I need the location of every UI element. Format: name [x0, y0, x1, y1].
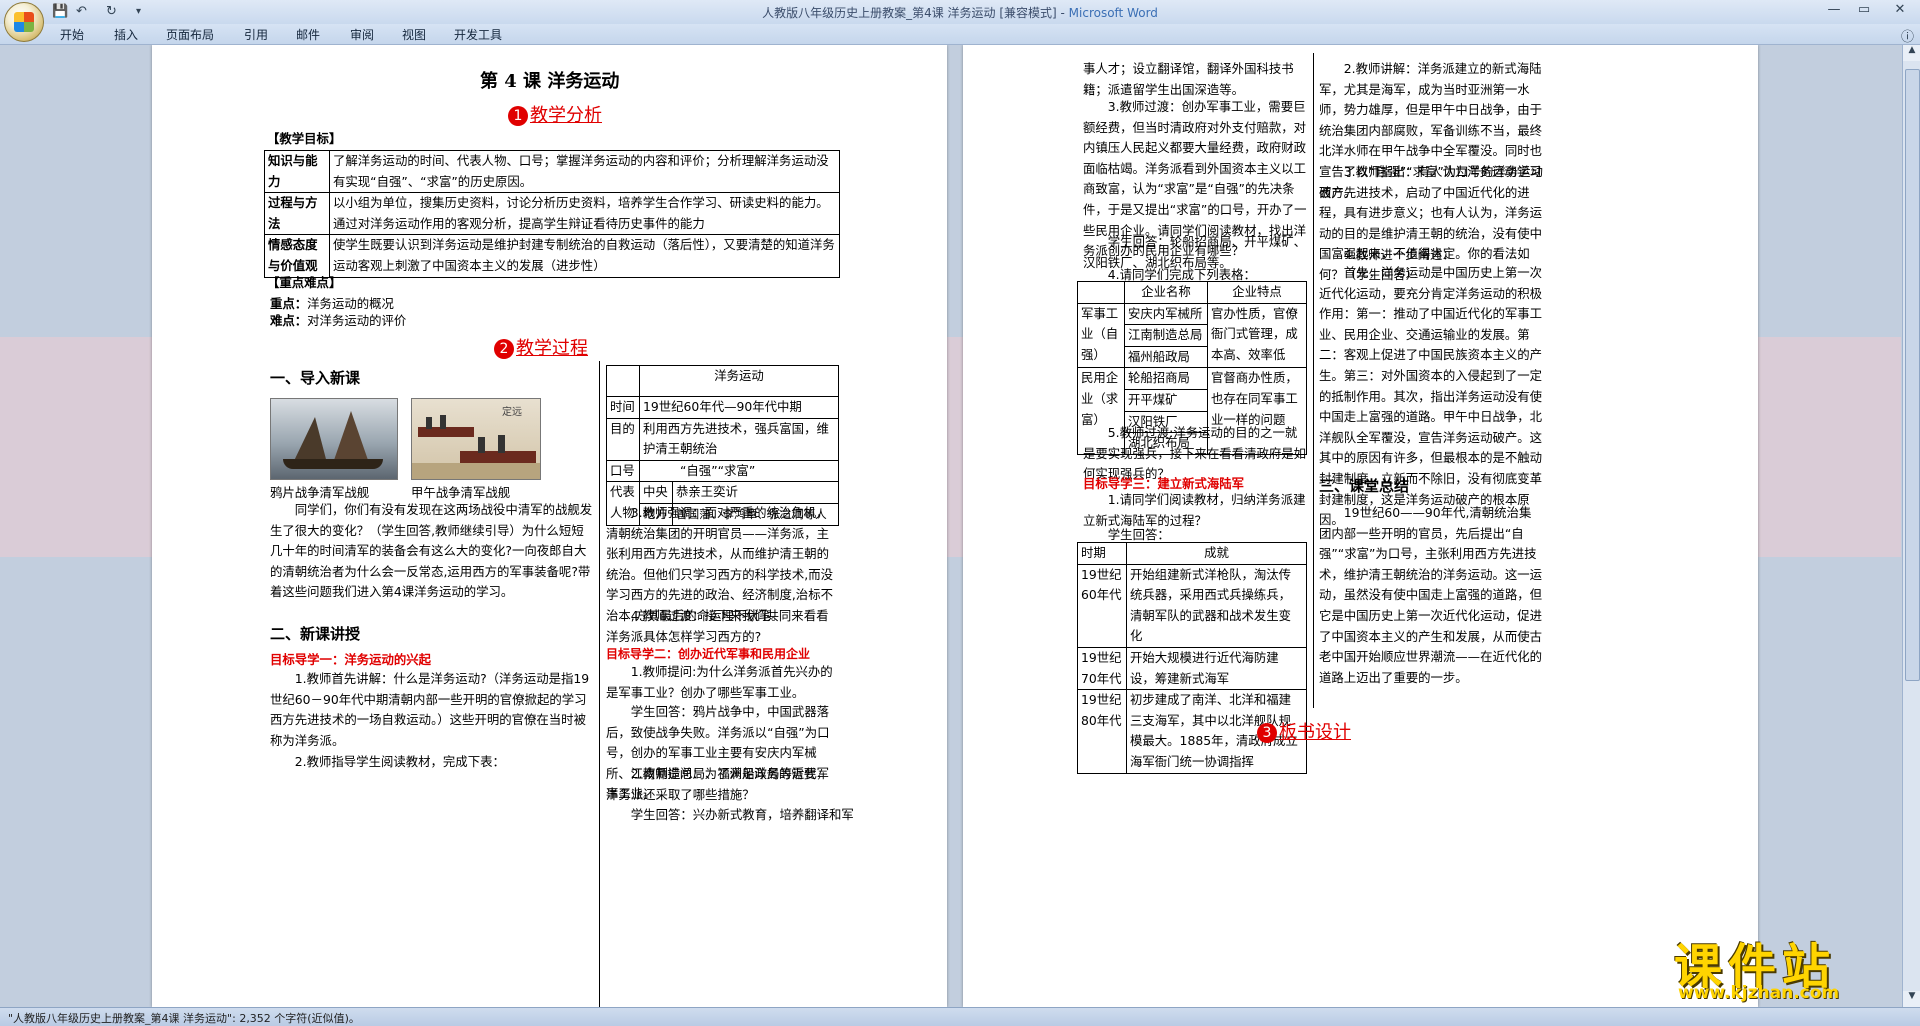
continued-paragraph: 事人才；设立翻译馆，翻译外国科技书籍；派遣留学生出国深造等。	[1083, 61, 1294, 97]
status-bar: "人教版八年级历史上册教案_第4课 洋务运动": 2,352 个字符(近似值)。	[0, 1007, 1920, 1026]
sub-key: 中央	[639, 481, 673, 504]
tab-view[interactable]: 视图	[402, 26, 426, 43]
row-value: “自强”“求富”	[639, 459, 839, 483]
empty-cell	[1077, 281, 1125, 304]
row-key: 目的	[606, 417, 640, 461]
objective-value: 了解洋务运动的时间、代表人物、口号；掌握洋务运动的内容和评价；分析理解洋务运动没…	[329, 149, 840, 194]
enterprise-feature: 官办性质，官僚衙门式管理，成本高、效率低	[1207, 302, 1307, 369]
enterprise-name: 安庆内军械所	[1124, 302, 1208, 326]
image-stamp: 定远	[502, 407, 522, 418]
enterprise-name: 福州船政局	[1124, 345, 1208, 369]
period: 19世纪60年代	[1077, 563, 1127, 648]
image-caption-2: 甲午战争清军战舰	[411, 485, 511, 500]
objective-value: 以小组为单位，搜集历史资料，讨论分析历史资料，培养学生合作学习、研读史料的能力。…	[329, 192, 840, 236]
objectives-heading: 【教学目标】	[267, 131, 342, 146]
opium-war-warship-image	[270, 398, 398, 480]
watermark-url: www.kjzhan.com	[1678, 983, 1840, 1003]
row-value: 19世纪60年代—90年代中期	[639, 396, 839, 419]
section-teaching-analysis: 1 教学分析	[508, 101, 602, 127]
tab-home[interactable]: 开始	[60, 26, 84, 43]
image-caption-1: 鸦片战争清军战舰	[270, 485, 370, 500]
column-separator	[1313, 53, 1314, 708]
window-title: 人教版八年级历史上册教案_第4课 洋务运动 [兼容模式] - Microsoft…	[762, 6, 1158, 20]
enterprise-name: 江南制造总局	[1124, 324, 1208, 347]
intro-paragraph: 同学们，你们有没有发现在这两场战役中清军的战舰发生了很大的变化？（学生回答,教师…	[270, 502, 593, 600]
col-header: 成就	[1126, 542, 1307, 565]
row-key: 口号	[606, 459, 640, 483]
enterprise-name: 轮船招商局	[1124, 367, 1208, 390]
section-board-design: 3 板书设计	[1257, 718, 1351, 744]
sino-japanese-war-warship-image: 定远	[411, 398, 541, 480]
column-separator	[599, 361, 600, 1007]
goal-2-question-1: 1.教师提问:为什么洋务派首先兴办的是军事工业？创办了哪些军事工业。	[606, 664, 833, 700]
transition-paragraph: 4.教师过渡：接下来我们共同来看看洋务派具体怎样学习西方的?	[606, 608, 829, 644]
enterprise-name: 开平煤矿	[1124, 388, 1208, 412]
title-bar: 💾 ↶ ↻ ▾ 人教版八年级历史上册教案_第4课 洋务运动 [兼容模式] - M…	[0, 0, 1920, 42]
scroll-up-icon[interactable]: ▲	[1903, 45, 1920, 61]
period: 19世纪70年代	[1077, 646, 1127, 691]
tab-page-layout[interactable]: 页面布局	[166, 26, 214, 43]
yangwu-summary-table: 洋务运动 时间 19世纪60年代—90年代中期 目的 利用西方先进技术，强兵富国，维…	[606, 365, 839, 526]
tab-insert[interactable]: 插入	[114, 26, 138, 43]
goal-2-answer-2: 学生回答：兴办新式教育，培养翻译和军	[630, 807, 854, 822]
period: 19世纪80年代	[1077, 689, 1127, 774]
status-text: "人教版八年级历史上册教案_第4课 洋务运动": 2,352 个字符(近似值)。	[8, 1012, 360, 1025]
minimize-icon[interactable]: —	[1822, 2, 1846, 20]
objective-key: 情感态度与价值观	[264, 234, 330, 278]
keypoints-heading: 【重点难点】	[267, 275, 342, 290]
row-value: 利用西方先进技术，强兵富国，维护清王朝统治	[639, 417, 839, 461]
objective-key: 过程与方法	[264, 192, 330, 236]
page-right[interactable]: 事人才；设立翻译馆，翻译外国科技书籍；派遣留学生出国深造等。 3.教师过渡：创办…	[963, 45, 1758, 1007]
ribbon-tabs: 开始 插入 页面布局 引用 邮件 审阅 视图 开发工具 ⓘ	[0, 24, 1920, 45]
achievement: 开始大规模进行近代海防建设，筹建新式海军	[1126, 646, 1307, 691]
close-icon[interactable]: ✕	[1888, 2, 1912, 20]
sub-value: 恭亲王奕䜣	[672, 481, 839, 504]
heading-summary: 三、课堂总结	[1319, 477, 1410, 495]
col-header: 企业特点	[1207, 281, 1307, 304]
row-key: 时间	[606, 396, 640, 419]
document-title: 第 4 课 洋务运动	[480, 71, 620, 92]
tab-references[interactable]: 引用	[244, 26, 268, 43]
tab-mailings[interactable]: 邮件	[296, 26, 320, 43]
kjzhan-watermark: 课件站 www.kjzhan.com	[1668, 925, 1916, 1005]
objectives-table: 知识与能力 了解洋务运动的时间、代表人物、口号；掌握洋务运动的内容和评价；分析理解…	[264, 149, 840, 278]
vertical-scrollbar[interactable]: ▲ ▼	[1902, 45, 1920, 1007]
heading-new-lesson: 二、新课讲授	[270, 625, 361, 643]
section-teaching-process: 2 教学过程	[494, 334, 588, 360]
table-header: 洋务运动	[639, 365, 839, 397]
difficult-point: 难点：对洋务运动的评价	[270, 313, 407, 328]
goal-1-paragraph-1: 1.教师首先讲解：什么是洋务运动?（洋务运动是指19世纪60－90年代中期清朝内…	[270, 671, 590, 748]
goal-1-heading: 目标导学一：洋务运动的兴起	[270, 652, 432, 667]
col-header: 企业名称	[1124, 281, 1208, 304]
goal-1-paragraph-2: 2.教师指导学生阅读教材，完成下表：	[294, 754, 505, 769]
maximize-icon[interactable]: ▭	[1852, 2, 1876, 20]
summary-paragraph: 19世纪60——90年代,清朝统治集团内部一些开明的官员，先后提出“自强”“求富…	[1319, 505, 1543, 685]
help-icon[interactable]: ⓘ	[1901, 26, 1914, 45]
office-button[interactable]	[4, 2, 44, 42]
objective-value: 使学生既要认识到洋务运动是维护封建专制统治的自救运动（落后性），又要清楚的知道洋…	[329, 234, 840, 278]
heading-intro: 一、导入新课	[270, 369, 361, 387]
tab-review[interactable]: 审阅	[350, 26, 374, 43]
document-workspace: 第 4 课 洋务运动 1 教学分析 【教学目标】 知识与能力 了解洋务运动的时间、代…	[0, 45, 1901, 1007]
tab-developer[interactable]: 开发工具	[454, 26, 502, 43]
achievement: 开始组建新式洋枪队，淘汰传统兵器，采用西式兵操练兵，清朝军队的武器和战术发生变化	[1126, 563, 1307, 648]
objective-key: 知识与能力	[264, 149, 330, 194]
page-left[interactable]: 第 4 课 洋务运动 1 教学分析 【教学目标】 知识与能力 了解洋务运动的时间、代…	[152, 45, 947, 1007]
col-header: 时期	[1077, 542, 1127, 565]
empty-cell	[606, 365, 640, 397]
category: 军事工业（自强）	[1077, 302, 1125, 369]
scroll-thumb[interactable]	[1905, 69, 1920, 681]
office-logo-icon	[14, 12, 34, 32]
goal-2-question-2: 2.教师提问：为了满足洋务的需要，洋务派还采取了哪些措施？	[606, 766, 829, 802]
